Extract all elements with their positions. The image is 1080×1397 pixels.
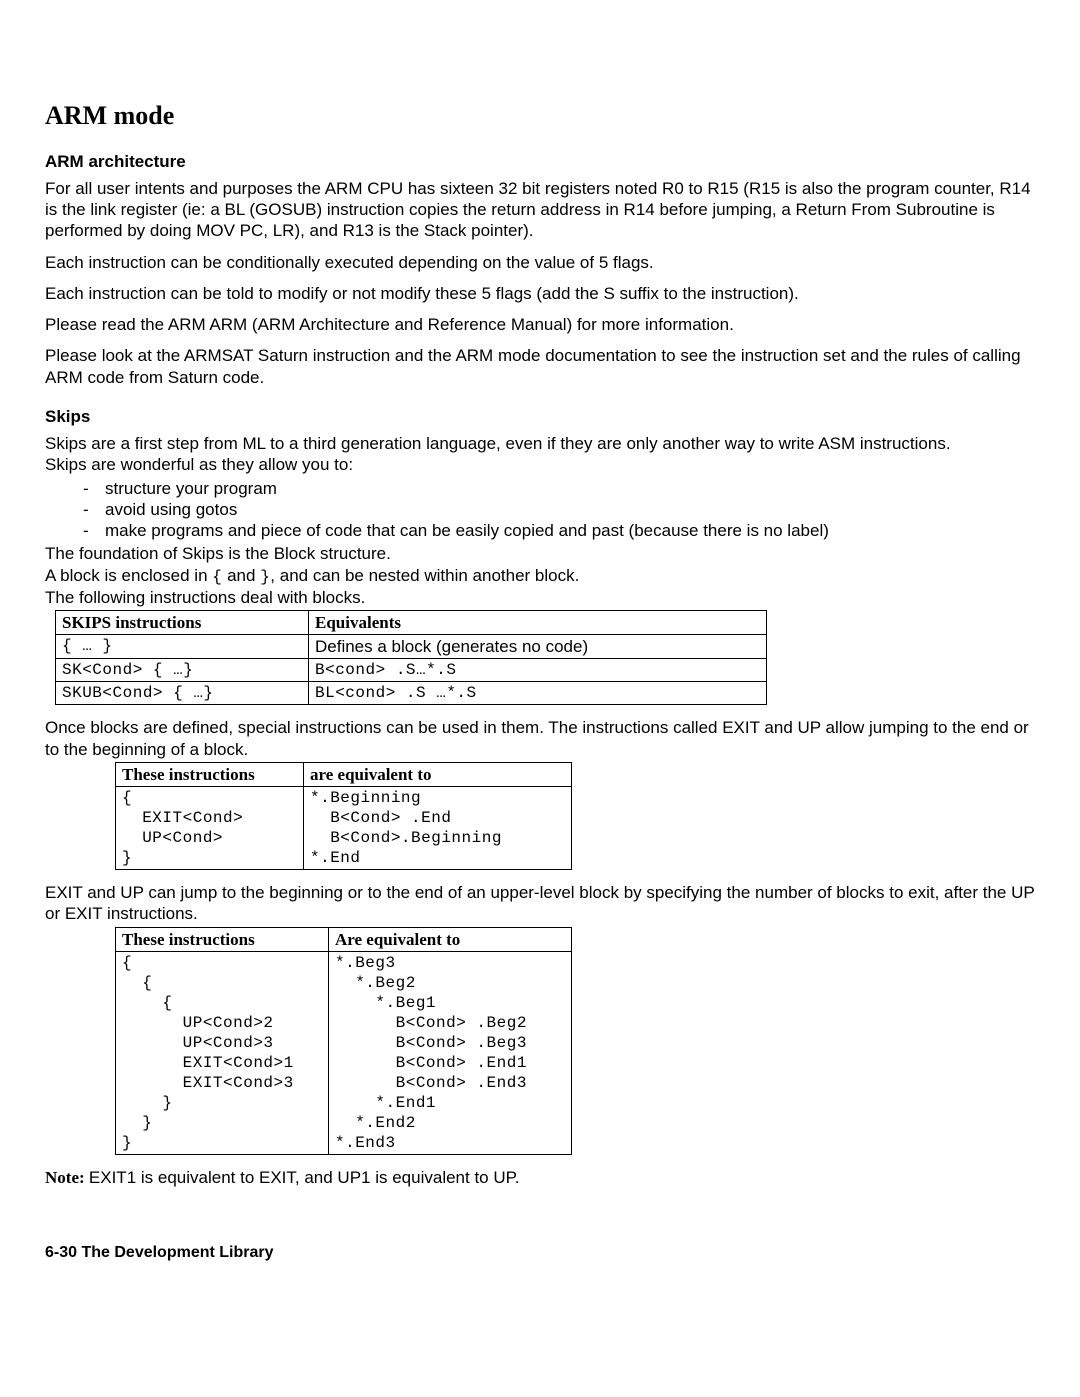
- table-cell: SK<Cond> { …}: [56, 659, 309, 682]
- text: *.S: [446, 684, 476, 702]
- table-cell: { EXIT<Cond> UP<Cond> }: [116, 787, 304, 870]
- arch-paragraph-1: For all user intents and purposes the AR…: [45, 178, 1035, 242]
- table-row: SKIPS instructions Equivalents: [56, 610, 767, 634]
- skips-paragraph-4: The following instructions deal with blo…: [45, 587, 1035, 608]
- table-row: SK<Cond> { …} B<cond> .S…*.S: [56, 659, 767, 682]
- skips-bullet-list: structure your program avoid using gotos…: [45, 478, 1035, 542]
- table-cell: SKUB<Cond> { …}: [56, 682, 309, 705]
- table-row: { … } Defines a block (generates no code…: [56, 635, 767, 659]
- text: B<cond> .S…: [315, 661, 426, 679]
- table-cell: *.Beg3 *.Beg2 *.Beg1 B<Cond> .Beg2 B<Con…: [329, 951, 572, 1154]
- table-cell: *.Beginning B<Cond> .End B<Cond>.Beginni…: [304, 787, 572, 870]
- list-item: structure your program: [105, 478, 1035, 499]
- note-text: EXIT1 is equivalent to EXIT, and UP1 is …: [89, 1168, 520, 1187]
- text: *.S: [426, 661, 456, 679]
- mid-paragraph-1: Once blocks are defined, special instruc…: [45, 717, 1035, 760]
- table-row: These instructions Are equivalent to: [116, 927, 572, 951]
- skips-paragraph-1: Skips are a first step from ML to a thir…: [45, 433, 1035, 454]
- text: A block is enclosed in: [45, 566, 212, 585]
- list-item: avoid using gotos: [105, 499, 1035, 520]
- table-header: Equivalents: [309, 610, 767, 634]
- table-cell: Defines a block (generates no code): [309, 635, 767, 659]
- section-title-skips: Skips: [45, 406, 1035, 427]
- page-title: ARM mode: [45, 100, 1035, 133]
- table-header: are equivalent to: [304, 762, 572, 786]
- table-cell: { { { UP<Cond>2 UP<Cond>3 EXIT<Cond>1 EX…: [116, 951, 329, 1154]
- arch-paragraph-4: Please read the ARM ARM (ARM Architectur…: [45, 314, 1035, 335]
- table-cell: BL<cond> .S …*.S: [309, 682, 767, 705]
- table-header: Are equivalent to: [329, 927, 572, 951]
- skips-instructions-table: SKIPS instructions Equivalents { … } Def…: [55, 610, 767, 706]
- brace-close-icon: }: [260, 568, 270, 586]
- table-header: SKIPS instructions: [56, 610, 309, 634]
- table-header: These instructions: [116, 927, 329, 951]
- table-row: { { { UP<Cond>2 UP<Cond>3 EXIT<Cond>1 EX…: [116, 951, 572, 1154]
- nested-blocks-table: These instructions Are equivalent to { {…: [115, 927, 572, 1155]
- table-header: These instructions: [116, 762, 304, 786]
- table-cell: { … }: [56, 635, 309, 659]
- exit-up-table: These instructions are equivalent to { E…: [115, 762, 572, 870]
- list-item: make programs and piece of code that can…: [105, 520, 1035, 541]
- table-row: These instructions are equivalent to: [116, 762, 572, 786]
- skips-paragraph-3b: A block is enclosed in { and }, and can …: [45, 565, 1035, 587]
- table-row: SKUB<Cond> { …} BL<cond> .S …*.S: [56, 682, 767, 705]
- skips-paragraph-2: Skips are wonderful as they allow you to…: [45, 454, 1035, 475]
- note-paragraph: Note: EXIT1 is equivalent to EXIT, and U…: [45, 1167, 1035, 1188]
- text: BL<cond> .S …: [315, 684, 446, 702]
- page-footer: 6-30 The Development Library: [45, 1243, 1035, 1263]
- mid-paragraph-2: EXIT and UP can jump to the beginning or…: [45, 882, 1035, 925]
- arch-paragraph-5: Please look at the ARMSAT Saturn instruc…: [45, 345, 1035, 388]
- text: , and can be nested within another block…: [270, 566, 579, 585]
- text: and: [222, 566, 260, 585]
- arch-paragraph-2: Each instruction can be conditionally ex…: [45, 252, 1035, 273]
- section-title-architecture: ARM architecture: [45, 151, 1035, 172]
- note-label: Note:: [45, 1168, 89, 1187]
- table-cell: B<cond> .S…*.S: [309, 659, 767, 682]
- arch-paragraph-3: Each instruction can be told to modify o…: [45, 283, 1035, 304]
- brace-open-icon: {: [212, 568, 222, 586]
- table-row: { EXIT<Cond> UP<Cond> } *.Beginning B<Co…: [116, 787, 572, 870]
- skips-paragraph-3a: The foundation of Skips is the Block str…: [45, 543, 1035, 564]
